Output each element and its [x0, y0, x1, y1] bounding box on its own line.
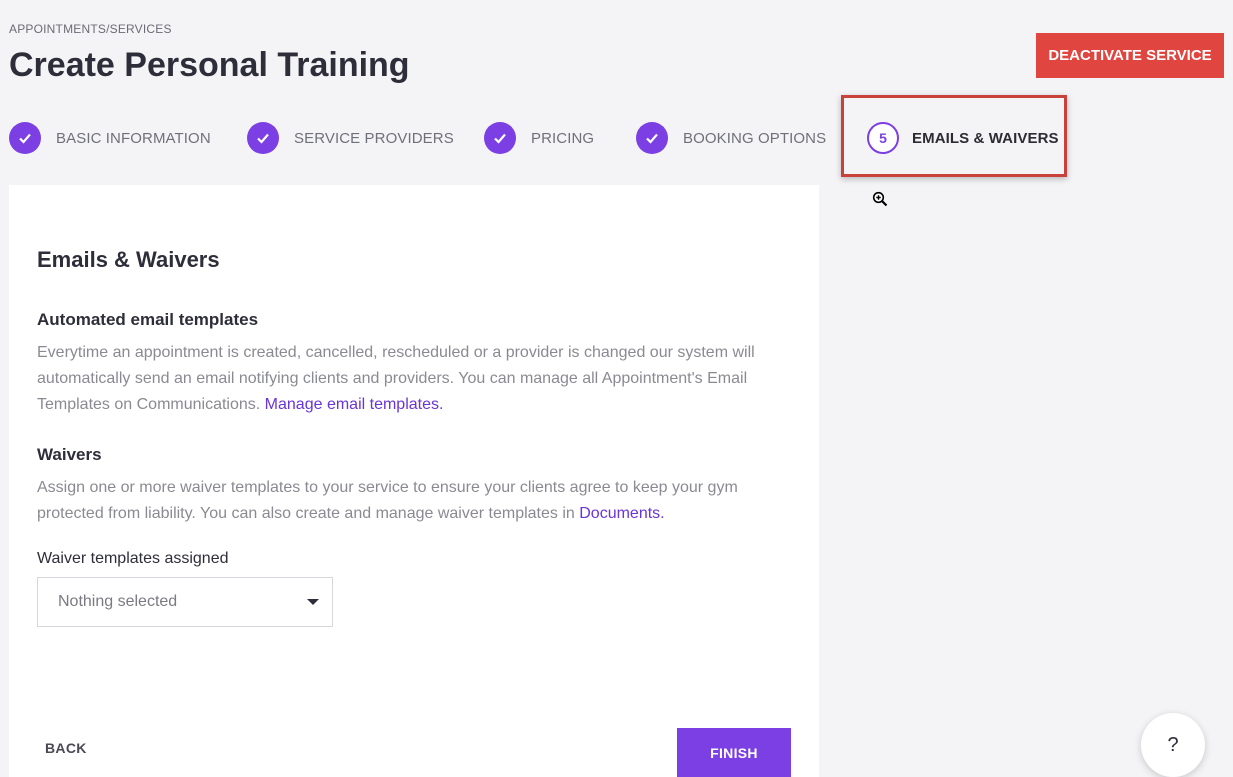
email-templates-title: Automated email templates: [37, 310, 259, 329]
step-label: BOOKING OPTIONS: [683, 129, 827, 147]
step-label: SERVICE PROVIDERS: [294, 129, 454, 147]
check-icon: [484, 122, 516, 154]
finish-button[interactable]: FINISH: [677, 728, 791, 777]
email-templates-text: Everytime an appointment is created, can…: [37, 340, 789, 418]
breadcrumb[interactable]: APPOINTMENTS/SERVICES: [9, 22, 172, 36]
check-icon: [247, 122, 279, 154]
waivers-title: Waivers: [37, 445, 102, 464]
documents-link[interactable]: Documents.: [579, 505, 664, 522]
page-title: Create Personal Training: [9, 46, 410, 84]
waiver-templates-label: Waiver templates assigned: [37, 550, 229, 567]
back-button[interactable]: BACK: [45, 740, 87, 756]
emails-waivers-card: Emails & Waivers Automated email templat…: [9, 185, 819, 777]
check-icon: [9, 122, 41, 154]
manage-email-templates-link[interactable]: Manage email templates.: [265, 396, 444, 413]
check-icon: [636, 122, 668, 154]
deactivate-service-button[interactable]: DEACTIVATE SERVICE: [1036, 33, 1224, 78]
step-service-providers[interactable]: SERVICE PROVIDERS: [247, 117, 454, 159]
step-basic-information[interactable]: BASIC INFORMATION: [9, 117, 211, 159]
page: APPOINTMENTS/SERVICES Create Personal Tr…: [0, 0, 1233, 777]
highlight-box: [841, 95, 1067, 177]
zoom-in-icon: [872, 191, 888, 207]
select-value: Nothing selected: [58, 593, 178, 610]
step-booking-options[interactable]: BOOKING OPTIONS: [636, 117, 826, 159]
waiver-templates-select[interactable]: Nothing selected: [37, 577, 333, 627]
step-label: BASIC INFORMATION: [56, 129, 211, 147]
waivers-text: Assign one or more waiver templates to y…: [37, 475, 789, 527]
step-label: PRICING: [531, 129, 595, 147]
help-button[interactable]: ?: [1141, 713, 1205, 777]
step-pricing[interactable]: PRICING: [484, 117, 594, 159]
caret-down-icon: [307, 599, 319, 605]
section-title: Emails & Waivers: [37, 247, 220, 272]
